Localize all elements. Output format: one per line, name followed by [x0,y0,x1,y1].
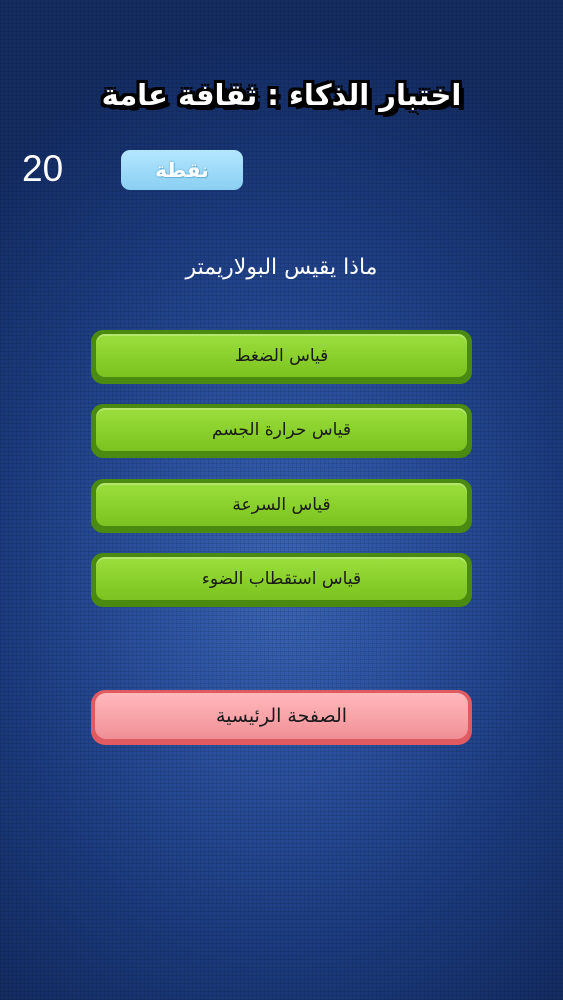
question-text: ماذا يقيس البولاريمتر [185,255,378,280]
points-badge-label: نقطة [155,158,209,182]
answer-label-1: قياس الضغط [96,334,467,377]
home-page-label: الصفحة الرئيسية [95,693,468,739]
home-page-button[interactable]: الصفحة الرئيسية [91,690,472,745]
answer-button-4[interactable]: قياس استقطاب الضوء [91,553,472,607]
quiz-title: اختبار الذكاء : ثقافة عامة [101,78,462,112]
answer-button-2[interactable]: قياس حرارة الجسم [91,404,472,458]
score-value: 20 [22,148,64,189]
answer-label-2: قياس حرارة الجسم [96,408,467,451]
points-badge: نقطة [121,150,243,190]
answer-label-3: قياس السرعة [96,483,467,526]
answer-button-3[interactable]: قياس السرعة [91,479,472,533]
answer-label-4: قياس استقطاب الضوء [96,557,467,600]
answer-button-1[interactable]: قياس الضغط [91,330,472,384]
